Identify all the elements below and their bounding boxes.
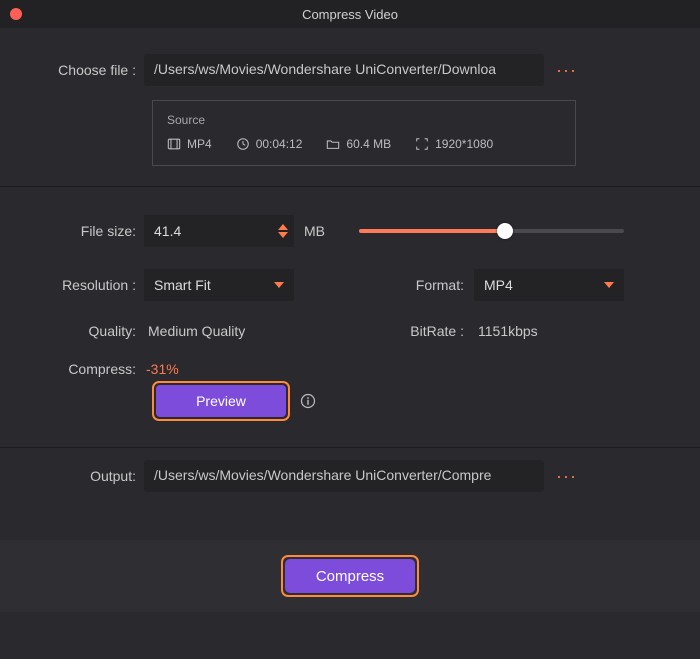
output-label: Output: (24, 468, 144, 484)
chevron-down-icon[interactable] (278, 231, 288, 239)
format-value: MP4 (484, 277, 513, 293)
preview-highlight: Preview (152, 381, 290, 421)
filesize-slider[interactable] (359, 222, 624, 240)
resolution-label: Resolution : (24, 277, 144, 293)
source-duration: 00:04:12 (236, 137, 303, 151)
source-resolution-value: 1920*1080 (435, 137, 493, 151)
choose-file-input[interactable]: /Users/ws/Movies/Wondershare UniConverte… (144, 54, 544, 86)
fullscreen-icon (415, 137, 429, 151)
bitrate-label: BitRate : (384, 323, 474, 339)
output-row: Output: /Users/ws/Movies/Wondershare Uni… (24, 460, 676, 492)
format-select[interactable]: MP4 (474, 269, 624, 301)
output-input[interactable]: /Users/ws/Movies/Wondershare UniConverte… (144, 460, 544, 492)
window-title: Compress Video (0, 7, 700, 22)
info-icon[interactable] (300, 393, 316, 409)
quality-bitrate-row: Quality: Medium Quality BitRate : 1151kb… (24, 323, 676, 339)
filesize-unit: MB (304, 223, 325, 239)
filesize-value: 41.4 (154, 223, 181, 239)
chevron-down-icon (604, 281, 614, 289)
choose-file-browse-button[interactable]: ··· (556, 61, 577, 79)
source-duration-value: 00:04:12 (256, 137, 303, 151)
film-icon (167, 137, 181, 151)
chevron-up-icon[interactable] (278, 223, 288, 231)
filesize-stepper[interactable]: 41.4 (144, 215, 294, 247)
quality-label: Quality: (24, 323, 144, 339)
resolution-select[interactable]: Smart Fit (144, 269, 294, 301)
compress-row: Compress: -31% (24, 361, 676, 377)
folder-icon (326, 137, 340, 151)
choose-file-row: Choose file : /Users/ws/Movies/Wondersha… (24, 54, 676, 86)
divider (0, 186, 700, 187)
source-resolution: 1920*1080 (415, 137, 493, 151)
divider (0, 447, 700, 448)
filesize-row: File size: 41.4 MB (24, 215, 676, 247)
source-size: 60.4 MB (326, 137, 391, 151)
resolution-value: Smart Fit (154, 277, 211, 293)
compress-highlight: Compress (281, 555, 419, 597)
filesize-label: File size: (24, 223, 144, 239)
source-card: Source MP4 00:04:12 60.4 MB 1920*1080 (152, 100, 576, 166)
format-label: Format: (384, 277, 474, 293)
source-title: Source (167, 113, 561, 127)
choose-file-label: Choose file : (24, 62, 144, 78)
bitrate-value: 1151kbps (474, 323, 624, 339)
compress-value: -31% (144, 361, 179, 377)
source-format-value: MP4 (187, 137, 212, 151)
resolution-format-row: Resolution : Smart Fit Format: MP4 (24, 269, 676, 301)
slider-thumb[interactable] (497, 223, 513, 239)
clock-icon (236, 137, 250, 151)
footer: Compress (0, 540, 700, 612)
source-format: MP4 (167, 137, 212, 151)
titlebar: Compress Video (0, 0, 700, 28)
preview-button[interactable]: Preview (156, 385, 286, 417)
output-browse-button[interactable]: ··· (556, 467, 577, 485)
compress-button[interactable]: Compress (285, 559, 415, 593)
chevron-down-icon (274, 281, 284, 289)
quality-value: Medium Quality (144, 323, 294, 339)
source-size-value: 60.4 MB (346, 137, 391, 151)
compress-label: Compress: (24, 361, 144, 377)
